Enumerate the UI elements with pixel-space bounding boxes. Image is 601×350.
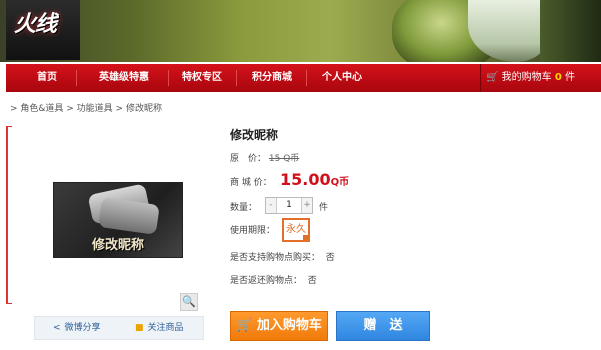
nav-hero-deals[interactable]: 英雄级特惠 xyxy=(82,64,166,92)
quantity-label: 数量： xyxy=(230,203,258,213)
points-back-row: 是否返还购物点： 否 xyxy=(230,273,317,286)
period-value: 永久 xyxy=(286,224,306,235)
nav-divider xyxy=(168,70,169,86)
selected-check-icon xyxy=(303,235,310,242)
gallery-border-bottom xyxy=(6,303,12,304)
period-label: 使用期限： xyxy=(230,226,276,236)
points-pay-value: 否 xyxy=(325,253,335,263)
nav-user-center[interactable]: 个人中心 xyxy=(310,64,374,92)
price-value: 15.00 xyxy=(280,170,331,189)
nav-divider xyxy=(236,70,237,86)
product-title: 修改昵称 xyxy=(230,128,279,142)
follow-icon: ■ xyxy=(135,323,144,333)
follow-product-link[interactable]: ■ 关注商品 xyxy=(135,317,184,339)
mall-price-label: 商 城 价： xyxy=(230,178,272,188)
gallery-border-top xyxy=(6,126,12,127)
share-icon: < xyxy=(53,323,61,333)
header-banner: 火线 xyxy=(0,0,601,62)
original-price-label: 原 价： xyxy=(230,154,267,164)
weibo-share-label: 微博分享 xyxy=(64,323,101,333)
quantity-input[interactable]: 1 xyxy=(276,198,302,213)
add-to-cart-label: 加入购物车 xyxy=(256,318,322,333)
product-image-caption: 修改昵称 xyxy=(91,238,144,253)
price-unit: Q币 xyxy=(330,177,350,188)
add-to-cart-button[interactable]: 🛒 加入购物车 xyxy=(230,311,328,341)
gallery-border xyxy=(6,126,8,304)
points-back-label: 是否返还购物点： xyxy=(230,276,303,286)
nav-divider xyxy=(76,70,77,86)
nav-points-mall[interactable]: 积分商城 xyxy=(240,64,304,92)
quantity-unit: 件 xyxy=(319,203,329,213)
points-pay-label: 是否支持购物点购买： xyxy=(230,253,321,263)
nav-divider xyxy=(306,70,307,86)
quantity-decrease-button[interactable]: - xyxy=(266,198,276,213)
weibo-share-link[interactable]: < 微博分享 xyxy=(53,317,101,339)
cart-unit: 件 xyxy=(564,72,575,83)
nav-home[interactable]: 首页 xyxy=(20,64,74,92)
gift-button[interactable]: 赠 送 xyxy=(336,311,430,341)
game-logo: 火线 xyxy=(14,12,57,37)
banner-shade xyxy=(540,0,601,62)
points-back-value: 否 xyxy=(307,276,317,286)
mall-price: 15.00Q币 xyxy=(280,170,349,189)
points-pay-row: 是否支持购物点购买： 否 xyxy=(230,250,335,263)
cart-icon: 🛒 xyxy=(486,72,499,83)
original-price: 15 Q币 xyxy=(268,154,300,164)
nav-cart-divider xyxy=(480,64,481,92)
product-image[interactable]: 修改昵称 xyxy=(53,182,183,258)
cart-count: 0 xyxy=(554,72,562,83)
quantity-stepper: -1 + xyxy=(265,197,313,214)
follow-label: 关注商品 xyxy=(147,323,184,333)
original-price-row: 原 价： 15 Q币 xyxy=(230,151,299,164)
breadcrumb[interactable]: > 角色&道具 > 功能道具 > 修改昵称 xyxy=(10,101,162,114)
nav-cart-link[interactable]: 🛒 我的购物车 0 件 xyxy=(486,64,575,92)
quantity-increase-button[interactable]: + xyxy=(302,198,312,213)
nav-privilege[interactable]: 特权专区 xyxy=(170,64,234,92)
cart-icon: 🛒 xyxy=(236,318,253,333)
share-bar: < 微博分享 ■ 关注商品 xyxy=(34,316,204,340)
cart-label: 我的购物车 xyxy=(501,72,552,83)
period-option-permanent[interactable]: 永久 xyxy=(282,218,310,242)
game-logo-box[interactable]: 火线 xyxy=(6,0,80,60)
dog-tag-graphic xyxy=(98,197,160,235)
zoom-icon[interactable]: 🔍 xyxy=(180,293,198,311)
main-nav: 首页 英雄级特惠 特权专区 积分商城 个人中心 🛒 我的购物车 0 件 xyxy=(6,64,601,92)
